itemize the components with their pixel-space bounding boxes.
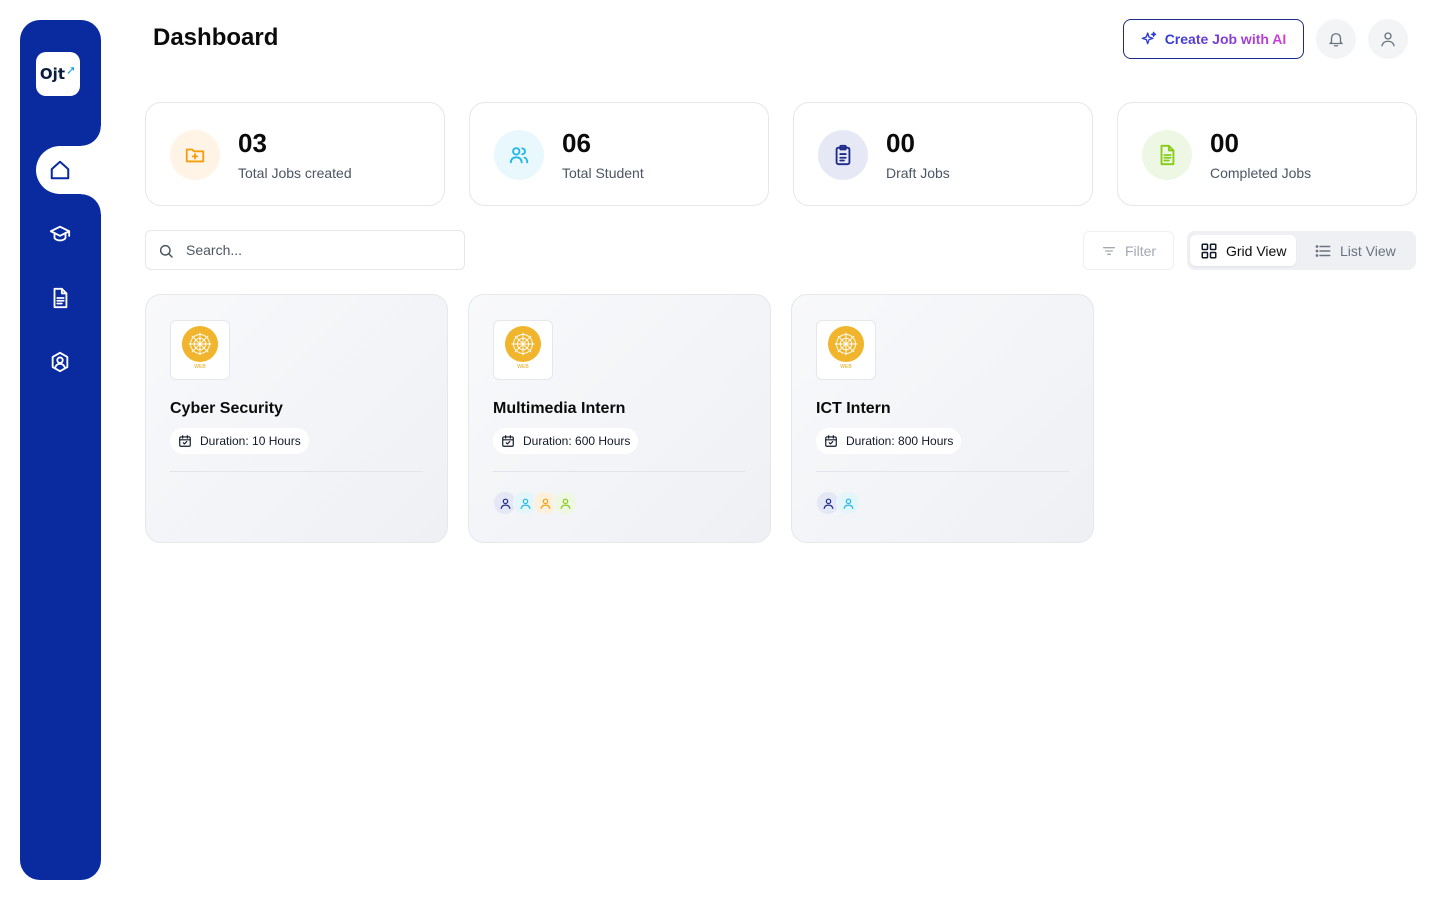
user-icon <box>520 498 530 509</box>
applicant-avatar[interactable] <box>836 491 860 515</box>
stat-label: Total Student <box>562 165 644 181</box>
user-menu-button[interactable] <box>1368 19 1408 59</box>
bell-icon <box>1329 33 1343 47</box>
company-logo: WEB <box>816 320 876 380</box>
applicant-avatar[interactable] <box>553 491 577 515</box>
user-icon <box>540 498 550 509</box>
stat-value: 00 <box>1210 128 1239 158</box>
stat-icon-wrap <box>1142 130 1192 180</box>
divider <box>816 471 1069 472</box>
user-icon <box>1381 32 1395 47</box>
job-title: ICT Intern <box>816 400 891 417</box>
search-input[interactable] <box>186 231 456 269</box>
filter-label: Filter <box>1124 242 1157 259</box>
duration-badge: Duration: 600 Hours <box>493 428 639 454</box>
applicant-avatars <box>493 491 577 515</box>
stat-value: 00 <box>886 128 915 158</box>
search-box <box>145 230 465 270</box>
calendar-check-icon <box>179 435 191 447</box>
sidebar-item-documents[interactable] <box>36 274 84 322</box>
user-icon <box>823 498 833 509</box>
logo-caption: WEB <box>194 364 206 370</box>
duration-text: Duration: 600 Hours <box>523 434 631 448</box>
list-view-label: List View <box>1340 242 1396 259</box>
stat-card-total-jobs: 03 Total Jobs created <box>145 102 445 206</box>
view-toggle: Grid View List View <box>1187 231 1416 270</box>
grid-view-button[interactable]: Grid View <box>1190 235 1297 266</box>
logo-mark-icon: ➚ <box>66 63 77 77</box>
web-seal-icon <box>504 325 542 363</box>
job-title: Multimedia Intern <box>493 400 626 417</box>
home-icon <box>50 160 70 180</box>
list-view-button[interactable]: List View <box>1304 235 1406 266</box>
stat-card-completed-jobs: 00 Completed Jobs <box>1117 102 1417 206</box>
ai-button-label: Create Job with AI <box>1164 31 1287 47</box>
folder-plus-icon <box>185 148 205 163</box>
divider <box>493 471 746 472</box>
web-seal-icon <box>181 325 219 363</box>
grid-view-label: Grid View <box>1226 242 1287 259</box>
file-text-icon <box>1160 144 1175 166</box>
duration-text: Duration: 800 Hours <box>846 434 954 448</box>
user-icon <box>500 498 510 509</box>
stat-icon-wrap <box>818 130 868 180</box>
web-seal-icon <box>827 325 865 363</box>
stat-value: 06 <box>562 128 591 158</box>
user-icon <box>843 498 853 509</box>
logo-text: Ojt <box>39 65 65 83</box>
stat-card-draft-jobs: 00 Draft Jobs <box>793 102 1093 206</box>
job-card[interactable]: WEB ICT Intern Duration: 800 Hours <box>791 294 1094 543</box>
notifications-button[interactable] <box>1316 19 1356 59</box>
job-card[interactable]: WEB Cyber Security Duration: 10 Hours <box>145 294 448 543</box>
stat-icon-wrap <box>494 130 544 180</box>
graduation-cap-icon <box>49 225 71 242</box>
user-icon <box>560 498 570 509</box>
sidebar-item-home[interactable] <box>36 146 84 194</box>
filter-icon <box>1102 246 1115 255</box>
search-icon <box>159 244 173 258</box>
page-title: Dashboard <box>153 24 279 51</box>
job-card[interactable]: WEB Multimedia Intern Duration: 600 Hour… <box>468 294 771 543</box>
app-logo[interactable]: Ojt ➚ <box>36 52 80 96</box>
calendar-check-icon <box>825 435 837 447</box>
sparkles-icon <box>1141 31 1157 45</box>
logo-caption: WEB <box>840 364 852 370</box>
clipboard-icon <box>835 144 851 166</box>
users-icon <box>509 147 529 164</box>
logo-caption: WEB <box>517 364 529 370</box>
stat-value: 03 <box>238 128 267 158</box>
stat-icon-wrap <box>170 130 220 180</box>
sidebar: Ojt ➚ <box>20 20 101 880</box>
stat-card-total-students: 06 Total Student <box>469 102 769 206</box>
duration-badge: Duration: 800 Hours <box>816 428 962 454</box>
sidebar-item-profile[interactable] <box>36 338 84 386</box>
user-shield-icon <box>51 351 69 373</box>
stat-label: Draft Jobs <box>886 165 950 181</box>
list-icon <box>1315 244 1331 257</box>
divider <box>170 471 423 472</box>
duration-badge: Duration: 10 Hours <box>170 428 309 454</box>
job-title: Cyber Security <box>170 400 283 417</box>
company-logo: WEB <box>493 320 553 380</box>
sidebar-item-students[interactable] <box>36 210 84 258</box>
calendar-check-icon <box>502 435 514 447</box>
company-logo: WEB <box>170 320 230 380</box>
stat-label: Completed Jobs <box>1210 165 1312 181</box>
document-icon <box>53 287 68 309</box>
create-job-with-ai-button[interactable]: Create Job with AI <box>1123 19 1304 59</box>
stat-label: Total Jobs created <box>238 165 352 181</box>
duration-text: Duration: 10 Hours <box>200 434 301 448</box>
grid-icon <box>1201 243 1217 258</box>
filter-button[interactable]: Filter <box>1083 231 1174 270</box>
applicant-avatars <box>816 491 860 515</box>
